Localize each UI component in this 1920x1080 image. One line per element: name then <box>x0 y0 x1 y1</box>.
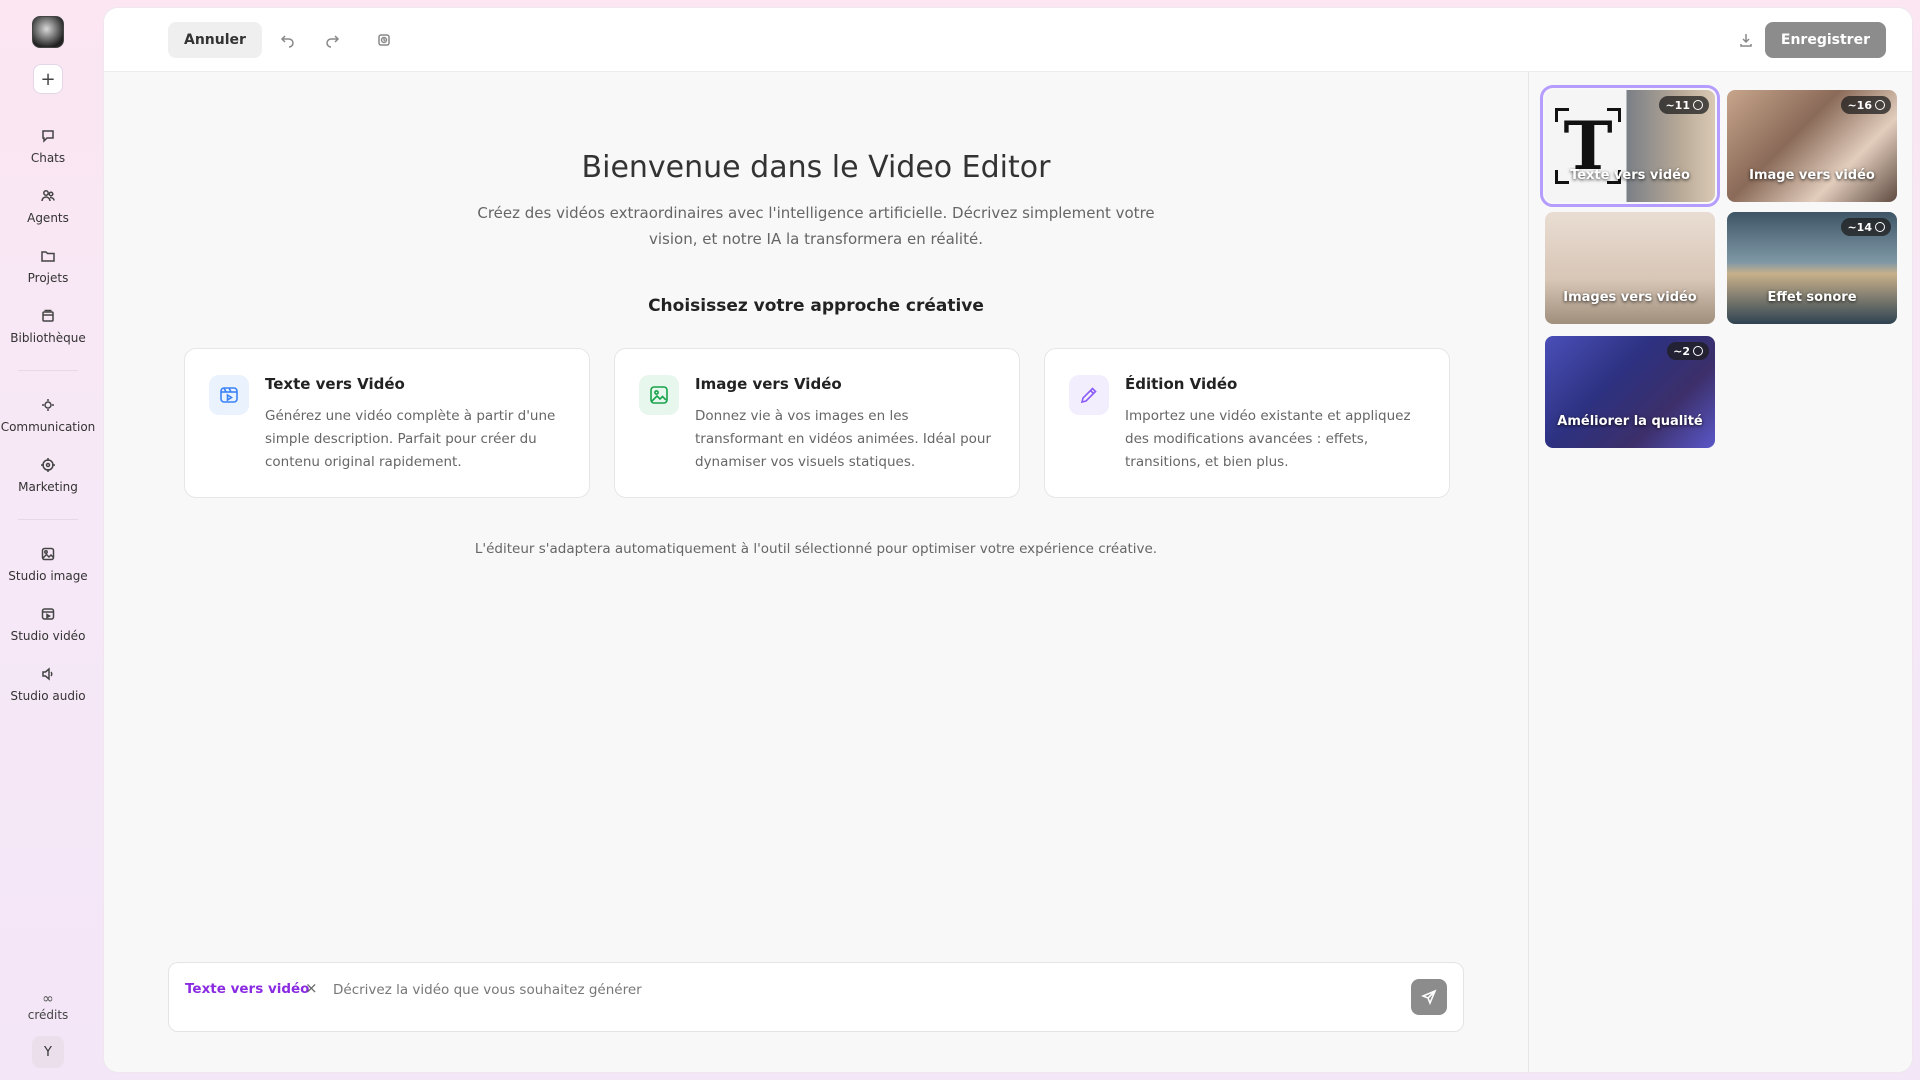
plus-icon: + <box>40 68 56 90</box>
infinity-icon: ∞ <box>42 991 54 1007</box>
coin-icon <box>1693 100 1703 110</box>
tool-tile-text-to-video[interactable]: T ~11 Texte vers vidéo <box>1540 85 1720 207</box>
sidebar-item-communication[interactable]: Communication <box>0 385 96 445</box>
card-description: Générez une vidéo complète à partir d'un… <box>265 408 556 470</box>
coin-icon <box>1875 100 1885 110</box>
credits-button[interactable]: ∞ crédits <box>27 991 69 1022</box>
tool-tile-image-to-video[interactable]: ~16 Image vers vidéo <box>1727 90 1897 202</box>
send-icon <box>1421 989 1437 1005</box>
card-title: Édition Vidéo <box>1125 375 1238 393</box>
sidebar-item-label: Projets <box>27 270 69 285</box>
tool-tile-label: Effet sonore <box>1767 290 1857 305</box>
card-description: Importez une vidéo existante et applique… <box>1125 408 1411 470</box>
avatar-initial: Y <box>44 1044 52 1060</box>
remove-tool-button[interactable]: × <box>305 979 318 997</box>
sidebar-item-label: Bibliothèque <box>10 330 86 345</box>
credits-label: crédits <box>27 1008 69 1022</box>
library-icon <box>42 309 54 322</box>
download-button[interactable] <box>1736 30 1756 50</box>
credit-cost-badge: ~14 <box>1841 218 1891 236</box>
download-icon <box>1740 34 1752 47</box>
card-image-to-video[interactable]: Image vers Vidéo Donnez vie à vos images… <box>614 348 1020 498</box>
sidebar-item-bibliotheque[interactable]: Bibliothèque <box>3 296 93 356</box>
video-studio-icon <box>41 607 55 620</box>
audio-studio-icon <box>42 666 53 681</box>
selected-tool-tag: Texte vers vidéo <box>185 981 310 997</box>
redo-icon <box>326 35 340 48</box>
sidebar-bottom: ∞ crédits Y <box>0 991 96 1068</box>
pencil-icon <box>1069 375 1109 415</box>
sidebar-item-studio-video[interactable]: Studio vidéo <box>3 594 93 654</box>
undo-icon <box>280 35 294 48</box>
sidebar-item-marketing[interactable]: Marketing <box>3 445 93 505</box>
credit-cost-badge: ~2 <box>1667 342 1709 360</box>
coin-icon <box>1693 346 1703 356</box>
history-icon <box>378 34 390 46</box>
sidebar-divider <box>18 519 78 520</box>
page-subtitle: Créez des vidéos extraordinaires avec l'… <box>477 204 1155 248</box>
folder-icon <box>41 250 55 262</box>
sidebar-item-label: Studio audio <box>10 688 86 703</box>
tool-tile-label: Texte vers vidéo <box>1570 168 1690 183</box>
tools-panel: T ~11 Texte vers vidéo ~16 Image vers vi… <box>1528 72 1912 1072</box>
undo-button[interactable] <box>278 30 298 50</box>
prompt-input[interactable] <box>333 975 1333 1005</box>
send-button[interactable] <box>1411 979 1447 1015</box>
prompt-bar: Texte vers vidéo × <box>168 962 1464 1032</box>
save-button[interactable]: Enregistrer <box>1764 22 1886 58</box>
welcome-content: Bienvenue dans le Video Editor Créez des… <box>104 72 1528 1072</box>
editor-panel: Annuler Enregistrer Bienvenue dans le Vi… <box>104 8 1912 1072</box>
coin-icon <box>1875 222 1885 232</box>
tool-tile-label: Image vers vidéo <box>1749 168 1875 183</box>
cancel-button[interactable]: Annuler <box>168 22 262 58</box>
sidebar-item-studio-audio[interactable]: Studio audio <box>3 654 93 714</box>
app-logo[interactable] <box>32 16 64 48</box>
card-title: Texte vers Vidéo <box>265 375 405 393</box>
tool-tile-images-to-video[interactable]: Images vers vidéo <box>1545 212 1715 324</box>
new-chat-button[interactable]: + <box>33 64 63 94</box>
approach-cards: Texte vers Vidéo Générez une vidéo compl… <box>184 348 1450 498</box>
chat-icon <box>42 129 54 143</box>
sidebar-divider <box>18 370 78 371</box>
nav-group-studios: Studio image Studio vidéo Studio audio <box>3 534 93 714</box>
card-video-editing[interactable]: Édition Vidéo Importez une vidéo existan… <box>1044 348 1450 498</box>
sidebar-item-label: Marketing <box>18 479 78 494</box>
page-title: Bienvenue dans le Video Editor <box>581 150 1051 185</box>
sidebar: + Chats Agents Projets Bibliothèque Comm… <box>0 0 96 1080</box>
avatar[interactable]: Y <box>32 1036 64 1068</box>
sidebar-item-chats[interactable]: Chats <box>3 116 93 176</box>
card-title: Image vers Vidéo <box>695 375 842 393</box>
agents-icon <box>41 189 55 201</box>
sidebar-item-label: Agents <box>27 210 69 225</box>
tool-tile-upscale[interactable]: ~2 Améliorer la qualité <box>1545 336 1715 448</box>
credit-cost-badge: ~16 <box>1841 96 1891 114</box>
sidebar-item-label: Chats <box>30 150 66 165</box>
sidebar-item-projets[interactable]: Projets <box>3 236 93 296</box>
redo-button[interactable] <box>322 30 342 50</box>
image-icon <box>639 375 679 415</box>
tool-tile-label: Améliorer la qualité <box>1557 414 1703 429</box>
tool-tile-sound-effect[interactable]: ~14 Effet sonore <box>1727 212 1897 324</box>
marketing-icon <box>41 457 55 472</box>
history-button[interactable] <box>374 30 394 50</box>
sidebar-item-agents[interactable]: Agents <box>3 176 93 236</box>
toolbar: Annuler Enregistrer <box>104 8 1912 72</box>
adaptive-hint: L'éditeur s'adaptera automatiquement à l… <box>474 541 1158 557</box>
video-icon <box>209 375 249 415</box>
card-description: Donnez vie à vos images en les transform… <box>695 408 992 470</box>
sidebar-item-label: Studio image <box>8 568 88 583</box>
credit-cost-badge: ~11 <box>1659 96 1709 114</box>
section-title: Choisissez votre approche créative <box>648 296 984 316</box>
sidebar-item-label: Communication <box>0 419 96 434</box>
communication-icon <box>42 398 54 411</box>
tool-tile-label: Images vers vidéo <box>1563 290 1697 305</box>
nav-group-business: Communication Marketing <box>0 385 96 505</box>
image-studio-icon <box>41 547 55 560</box>
card-text-to-video[interactable]: Texte vers Vidéo Générez une vidéo compl… <box>184 348 590 498</box>
nav-group-main: Chats Agents Projets Bibliothèque <box>3 116 93 356</box>
sidebar-item-studio-image[interactable]: Studio image <box>3 534 93 594</box>
sidebar-item-label: Studio vidéo <box>10 628 86 643</box>
